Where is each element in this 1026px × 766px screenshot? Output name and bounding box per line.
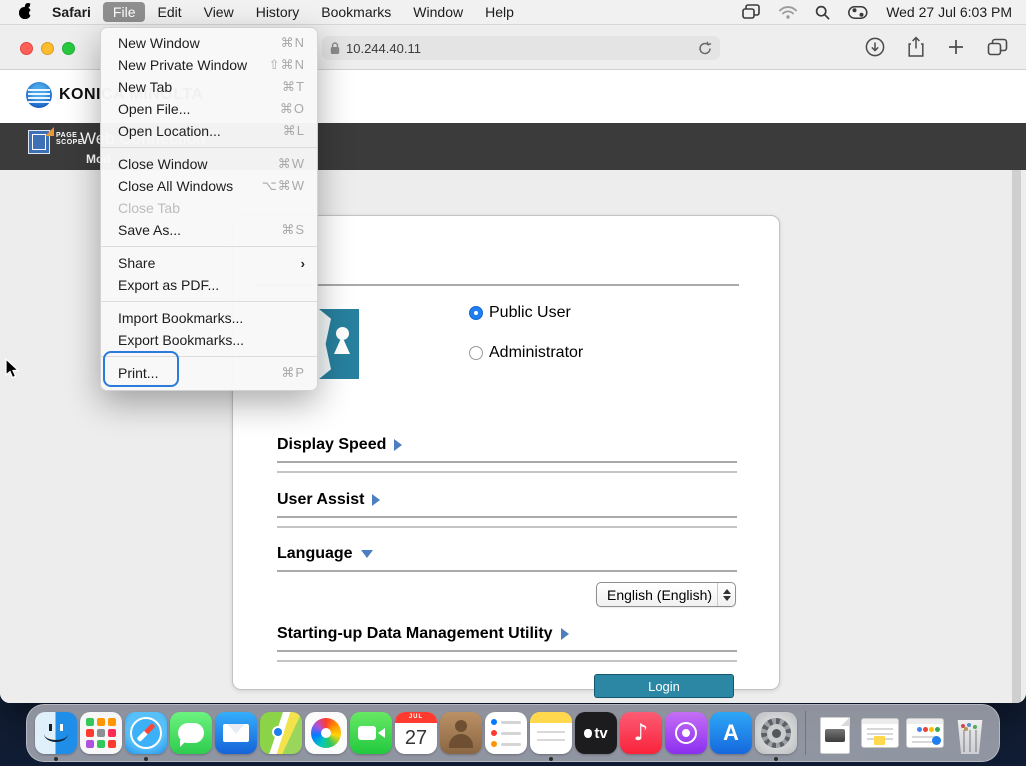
dock-safari-icon[interactable]	[125, 704, 167, 762]
pagescope-wordmark: PAGE SCOPE	[56, 132, 83, 146]
file-menu: New Window⌘N New Private Window⇧⌘N New T…	[100, 27, 318, 391]
menubar-item-safari[interactable]: Safari	[42, 2, 101, 22]
submenu-chevron-icon: ›	[301, 256, 305, 271]
menu-separator	[101, 147, 317, 148]
dock-reminders-icon[interactable]	[485, 704, 527, 762]
language-header[interactable]: Language	[277, 545, 737, 563]
user-assist-header[interactable]: User Assist	[277, 491, 737, 509]
menu-item-new-tab[interactable]: New Tab⌘T	[101, 76, 317, 98]
share-icon[interactable]	[907, 36, 925, 58]
menubar-item-view[interactable]: View	[194, 2, 244, 22]
dock-music-icon[interactable]: ♪	[620, 704, 662, 762]
radio-public-user[interactable]: Public User	[469, 304, 583, 322]
wifi-icon[interactable]	[779, 6, 797, 19]
menu-item-import-bookmarks[interactable]: Import Bookmarks...	[101, 307, 317, 329]
dock-minimized-window-icon[interactable]	[904, 704, 946, 762]
menu-item-export-bookmarks[interactable]: Export Bookmarks...	[101, 329, 317, 351]
menu-item-close-tab: Close Tab	[101, 197, 317, 219]
menu-item-close-all-windows[interactable]: Close All Windows⌥⌘W	[101, 175, 317, 197]
dock-photos-icon[interactable]	[305, 704, 347, 762]
menubar-item-bookmarks[interactable]: Bookmarks	[311, 2, 401, 22]
screen-mirroring-icon[interactable]	[742, 4, 761, 20]
menu-separator	[101, 246, 317, 247]
dock-messages-icon[interactable]	[170, 704, 212, 762]
menu-item-export-as-pdf[interactable]: Export as PDF...	[101, 274, 317, 296]
dock-podcasts-icon[interactable]	[665, 704, 707, 762]
menu-item-close-window[interactable]: Close Window⌘W	[101, 153, 317, 175]
konica-globe-icon	[26, 82, 52, 108]
menu-item-save-as[interactable]: Save As...⌘S	[101, 219, 317, 241]
dock-maps-icon[interactable]	[260, 704, 302, 762]
section-user-assist: User Assist	[277, 491, 737, 528]
radio-public-user-label: Public User	[489, 304, 571, 322]
menu-item-print[interactable]: Print...⌘P	[101, 362, 317, 384]
menu-item-open-file[interactable]: Open File...⌘O	[101, 98, 317, 120]
disclosure-down-icon	[361, 550, 373, 558]
menubar-item-help[interactable]: Help	[475, 2, 524, 22]
menubar-clock[interactable]: Wed 27 Jul 6:03 PM	[886, 4, 1012, 20]
disclosure-right-icon	[394, 439, 402, 451]
dock-contacts-icon[interactable]	[440, 704, 482, 762]
control-center-icon[interactable]	[848, 6, 868, 19]
disclosure-right-icon	[561, 628, 569, 640]
menubar: Safari File Edit View History Bookmarks …	[0, 0, 1026, 25]
dock: JUL 27 tv ♪ A	[26, 704, 1000, 762]
zoom-window-button[interactable]	[62, 42, 75, 55]
page-scrollbar[interactable]	[1012, 170, 1021, 703]
dock-facetime-icon[interactable]	[350, 704, 392, 762]
url-text: 10.244.40.11	[346, 41, 421, 56]
login-button[interactable]: Login	[594, 674, 734, 698]
select-stepper-icon	[717, 583, 735, 606]
radio-administrator-label: Administrator	[489, 344, 583, 362]
language-select-value: English (English)	[607, 587, 712, 603]
apple-menu-icon[interactable]	[18, 4, 32, 20]
reload-icon[interactable]	[698, 41, 712, 56]
downloads-icon[interactable]	[865, 37, 885, 57]
language-select[interactable]: English (English)	[596, 582, 736, 607]
radio-administrator-control[interactable]	[469, 346, 483, 360]
menu-item-new-private-window[interactable]: New Private Window⇧⌘N	[101, 54, 317, 76]
dock-minimized-window-icon[interactable]	[859, 704, 901, 762]
pagescope-icon	[28, 130, 50, 154]
spotlight-search-icon[interactable]	[815, 5, 830, 20]
dock-separator	[805, 711, 806, 755]
menubar-item-window[interactable]: Window	[403, 2, 473, 22]
menu-separator	[101, 356, 317, 357]
menubar-item-history[interactable]: History	[246, 2, 310, 22]
menu-item-share[interactable]: Share›	[101, 252, 317, 274]
menu-separator	[101, 301, 317, 302]
dock-finder-icon[interactable]	[35, 704, 77, 762]
address-bar[interactable]: 10.244.40.11	[322, 36, 720, 60]
menu-item-new-window[interactable]: New Window⌘N	[101, 32, 317, 54]
disclosure-right-icon	[372, 494, 380, 506]
dock-settings-icon[interactable]	[755, 704, 797, 762]
lock-icon	[330, 42, 340, 55]
menubar-item-edit[interactable]: Edit	[147, 2, 191, 22]
card-divider	[255, 284, 739, 286]
menu-item-open-location[interactable]: Open Location...⌘L	[101, 120, 317, 142]
dock-mail-icon[interactable]	[215, 704, 257, 762]
minimize-window-button[interactable]	[41, 42, 54, 55]
menubar-item-file[interactable]: File	[103, 2, 146, 22]
radio-public-user-control[interactable]	[469, 306, 483, 320]
section-language: Language	[277, 545, 737, 572]
close-window-button[interactable]	[20, 42, 33, 55]
startup-utility-header[interactable]: Starting-up Data Management Utility	[277, 625, 737, 643]
radio-administrator[interactable]: Administrator	[469, 344, 583, 362]
dock-notes-icon[interactable]	[530, 704, 572, 762]
dock-calendar-icon[interactable]: JUL 27	[395, 704, 437, 762]
section-display-speed: Display Speed	[277, 436, 737, 473]
dock-appstore-icon[interactable]: A	[710, 704, 752, 762]
login-keyhole-icon	[319, 309, 359, 379]
new-tab-icon[interactable]	[947, 38, 965, 56]
section-startup-utility: Starting-up Data Management Utility	[277, 625, 737, 662]
user-type-radios: Public User Administrator	[469, 304, 583, 362]
dock-launchpad-icon[interactable]	[80, 704, 122, 762]
display-speed-header[interactable]: Display Speed	[277, 436, 737, 454]
dock-document-icon[interactable]	[814, 704, 856, 762]
dock-trash-icon[interactable]	[949, 704, 991, 762]
tab-overview-icon[interactable]	[987, 38, 1008, 56]
dock-tv-icon[interactable]: tv	[575, 704, 617, 762]
mouse-cursor	[5, 358, 20, 380]
